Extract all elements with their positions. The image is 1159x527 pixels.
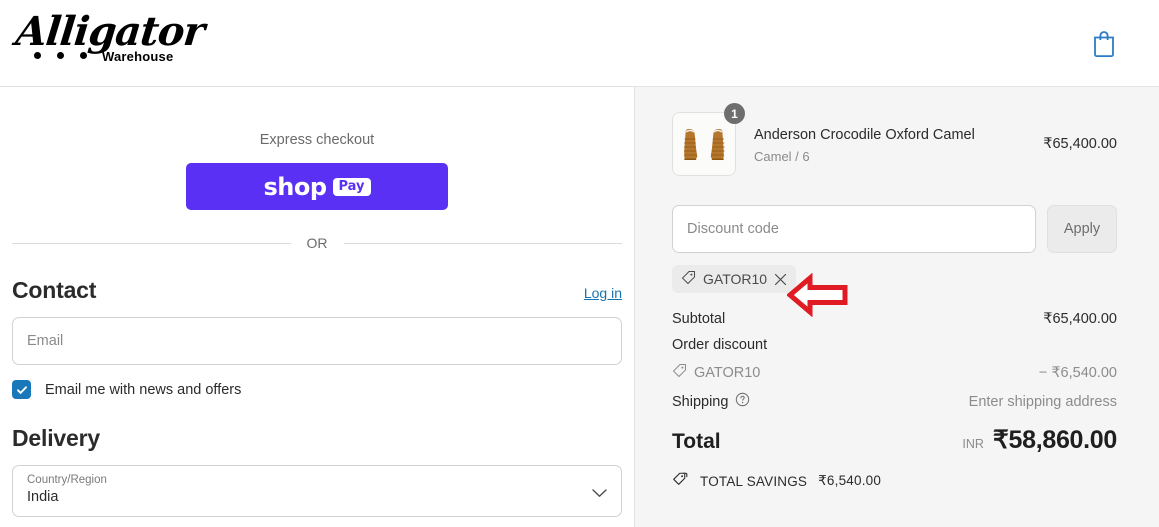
logo-subtitle: Warehouse: [102, 49, 174, 64]
checkout-form-panel: Express checkout shop Pay OR Contact Log…: [0, 87, 635, 527]
email-field[interactable]: Email: [12, 317, 622, 365]
or-label: OR: [306, 235, 328, 251]
applied-discount-pill: GATOR10: [672, 265, 797, 293]
country-region-select[interactable]: Country/Region India: [12, 465, 622, 517]
product-variant: Camel / 6: [754, 148, 810, 164]
check-icon: [16, 385, 27, 394]
product-image: [672, 112, 736, 176]
divider-line-left: [12, 242, 291, 244]
currency-code: INR: [962, 437, 984, 451]
total-savings-row: TOTAL SAVINGS ₹6,540.00: [672, 471, 1117, 491]
divider-line-right: [343, 242, 622, 244]
shop-pay-button[interactable]: shop Pay: [186, 163, 448, 210]
savings-label: TOTAL SAVINGS: [700, 473, 808, 489]
help-icon[interactable]: [735, 392, 750, 411]
tag-icon: [672, 363, 687, 382]
order-summary-panel: 1 Anderson Crocodile Oxford Camel Camel …: [635, 87, 1159, 527]
product-title: Anderson Crocodile Oxford Camel: [754, 126, 975, 143]
total-amount: ₹58,860.00: [992, 426, 1117, 454]
newsletter-checkbox[interactable]: [12, 380, 31, 399]
totals-row-shipping: Shipping Enter shipping address: [672, 392, 1117, 411]
or-divider: OR: [12, 235, 622, 251]
total-label: Total: [672, 430, 721, 453]
country-region-value: India: [27, 489, 59, 505]
grand-total-row: Total INR ₹58,860.00: [672, 425, 1117, 455]
shipping-label: Shipping: [672, 393, 729, 410]
delivery-title: Delivery: [12, 425, 100, 451]
logo-dots: [34, 52, 87, 59]
product-price: ₹65,400.00: [1043, 136, 1117, 152]
shop-pay-badge: Pay: [332, 177, 371, 196]
remove-discount-icon[interactable]: [774, 273, 787, 286]
savings-tag-icon: [672, 471, 689, 491]
total-amount-group: INR ₹58,860.00: [962, 425, 1117, 455]
newsletter-label: Email me with news and offers: [45, 381, 242, 398]
email-placeholder: Email: [27, 333, 64, 349]
quantity-badge: 1: [724, 103, 745, 124]
discount-code-name: GATOR10: [694, 364, 761, 381]
discount-amount: − ₹6,540.00: [1038, 364, 1117, 381]
delivery-section-header: Delivery: [12, 425, 622, 452]
shipping-label-group: Shipping: [672, 392, 750, 411]
discount-row: Discount code Apply: [672, 205, 1117, 253]
contact-section-header: Contact Log in: [12, 277, 622, 304]
newsletter-row[interactable]: Email me with news and offers: [12, 380, 622, 399]
logo-wordmark: Alligator: [13, 8, 207, 55]
tag-icon: [681, 270, 696, 288]
totals-row-order-discount: Order discount: [672, 337, 1117, 353]
express-checkout-label: Express checkout: [259, 132, 375, 148]
applied-discount-code: GATOR10: [703, 271, 768, 287]
apply-discount-button[interactable]: Apply: [1047, 205, 1117, 253]
savings-amount: ₹6,540.00: [818, 473, 882, 488]
totals-row-subtotal: Subtotal ₹65,400.00: [672, 311, 1117, 327]
order-line-item: 1 Anderson Crocodile Oxford Camel Camel …: [672, 103, 1117, 177]
site-header: Alligator Warehouse: [0, 0, 1159, 87]
order-discount-label: Order discount: [672, 337, 768, 353]
brand-logo[interactable]: Alligator Warehouse: [14, 8, 314, 78]
subtotal-value: ₹65,400.00: [1043, 311, 1117, 327]
contact-title: Contact: [12, 277, 97, 303]
checkout-body: Express checkout shop Pay OR Contact Log…: [0, 87, 1159, 527]
shop-pay-word: shop: [263, 172, 327, 201]
log-in-link[interactable]: Log in: [584, 285, 622, 301]
discount-placeholder: Discount code: [687, 221, 779, 237]
shipping-value: Enter shipping address: [968, 393, 1117, 410]
chevron-down-icon: [592, 485, 607, 503]
totals-list: Subtotal ₹65,400.00 Order discount GATOR…: [672, 311, 1117, 411]
totals-row-code: GATOR10 − ₹6,540.00: [672, 363, 1117, 382]
country-region-label: Country/Region: [27, 474, 107, 486]
discount-code-input[interactable]: Discount code: [672, 205, 1036, 253]
line-item-info: Anderson Crocodile Oxford Camel Camel / …: [754, 125, 1043, 164]
shopping-bag-icon[interactable]: [1091, 28, 1117, 58]
product-thumbnail-wrap: 1: [672, 103, 745, 176]
subtotal-label: Subtotal: [672, 311, 726, 327]
discount-code-row: GATOR10: [672, 363, 760, 382]
